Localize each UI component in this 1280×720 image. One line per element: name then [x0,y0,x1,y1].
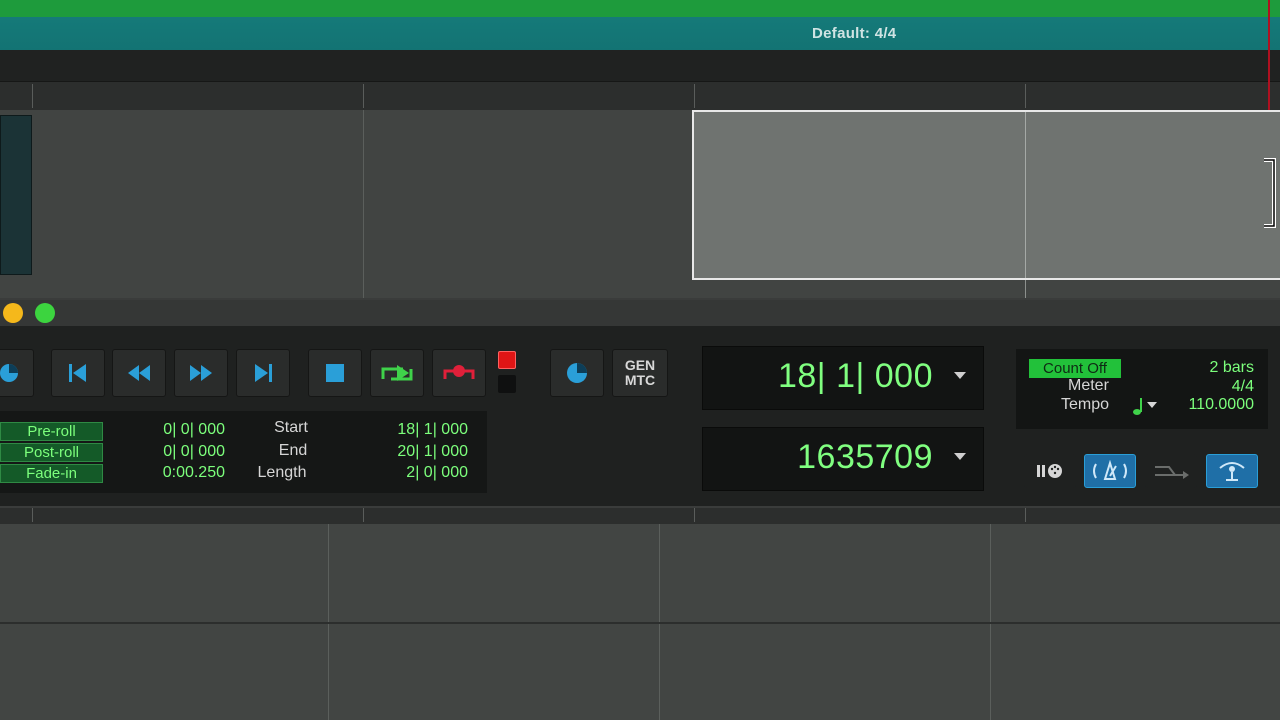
ruler-tick [1025,84,1026,108]
tempo-note-icon[interactable] [1127,396,1161,416]
post-roll-button[interactable]: Post-roll [0,443,103,462]
rewind-button[interactable] [112,349,166,397]
trim-cursor-icon [1264,158,1276,228]
count-off-button[interactable]: Count Off [1029,359,1121,378]
sub-counter-dropdown-icon[interactable] [954,453,966,460]
online-sync-button[interactable] [550,349,604,397]
gen-mtc-button[interactable]: GEN MTC [612,349,668,397]
stop-button[interactable] [308,349,362,397]
online-icon [567,363,587,383]
count-off-value[interactable]: 2 bars [1210,359,1254,377]
playhead-line [1268,0,1270,110]
bars-ruler[interactable] [0,82,1280,110]
pre-roll-value[interactable]: 0| 0| 000 [140,421,225,439]
zoom-window-button[interactable] [35,303,55,323]
start-value[interactable]: 18| 1| 000 [380,421,468,439]
length-label: Length [257,464,307,481]
record-icon [443,365,475,379]
conductor-button[interactable] [1206,454,1258,488]
pause-midi-icon [1037,464,1062,478]
metronome-button[interactable] [1084,454,1136,488]
sub-counter-value: 1635709 [797,438,933,476]
ruler-tick [694,508,695,522]
meter-value[interactable]: 4/4 [1232,378,1254,396]
audio-clip[interactable] [0,115,32,275]
transport-title-bar[interactable] [0,300,1280,326]
merge-arrow-icon [1155,466,1189,479]
meter-ruler[interactable]: Default: 4/4 [0,0,1280,50]
end-label: End [278,442,308,459]
grid-line [363,110,364,298]
go-to-end-button[interactable] [236,349,290,397]
pause-midi-button[interactable] [1024,454,1076,488]
main-counter-dropdown-icon[interactable] [954,372,966,379]
ruler-tick [32,508,33,522]
midi-merge-button[interactable] [1145,454,1197,488]
tempo-value[interactable]: 110.0000 [1188,396,1254,414]
pre-roll-button[interactable]: Pre-roll [0,422,103,441]
record-button[interactable] [432,349,486,397]
marker-ruler[interactable] [0,50,1280,82]
stop-icon [326,364,344,382]
record-enable-indicator[interactable] [498,351,516,369]
length-value[interactable]: 2| 0| 000 [380,464,468,482]
return-to-zero-icon [69,364,86,382]
metronome-icon [1093,460,1127,480]
ruler-tick [363,508,364,522]
grid-line [1025,112,1026,278]
return-to-zero-button[interactable] [51,349,105,397]
fast-forward-button[interactable] [174,349,228,397]
timeline-selection[interactable] [692,110,1280,280]
sub-counter[interactable]: 1635709 [702,427,984,491]
main-counter-value: 18| 1| 000 [777,357,933,395]
tempo-label: Tempo [1061,396,1110,413]
edit-window-lower-track[interactable] [0,508,1280,720]
play-loop-icon [381,365,413,381]
start-label: Start [274,419,308,436]
end-value[interactable]: 20| 1| 000 [380,443,468,461]
gen-mtc-line1: GEN [624,357,656,373]
fade-in-value[interactable]: 0:00.250 [140,464,225,482]
online-icon [0,364,18,382]
ruler-tick [32,84,33,108]
ruler-tick [1025,508,1026,522]
post-roll-value[interactable]: 0| 0| 000 [140,443,225,461]
rewind-icon [128,365,150,381]
play-button[interactable] [370,349,424,397]
lower-ruler [0,508,1280,524]
online-button[interactable] [0,349,34,397]
main-counter[interactable]: 18| 1| 000 [702,346,984,410]
minimize-window-button[interactable] [3,303,23,323]
meter-label: Meter [1068,377,1109,394]
record-mode-indicator[interactable] [498,375,516,393]
go-to-end-icon [255,364,272,382]
fast-forward-icon [190,365,212,381]
conductor-icon [1219,462,1245,481]
gen-mtc-line2: MTC [624,372,656,388]
ruler-tick [363,84,364,108]
fade-in-button[interactable]: Fade-in [0,464,103,483]
track-divider[interactable] [0,622,1280,624]
ruler-tick [694,84,695,108]
meter-ruler-label: Default: 4/4 [812,25,897,42]
